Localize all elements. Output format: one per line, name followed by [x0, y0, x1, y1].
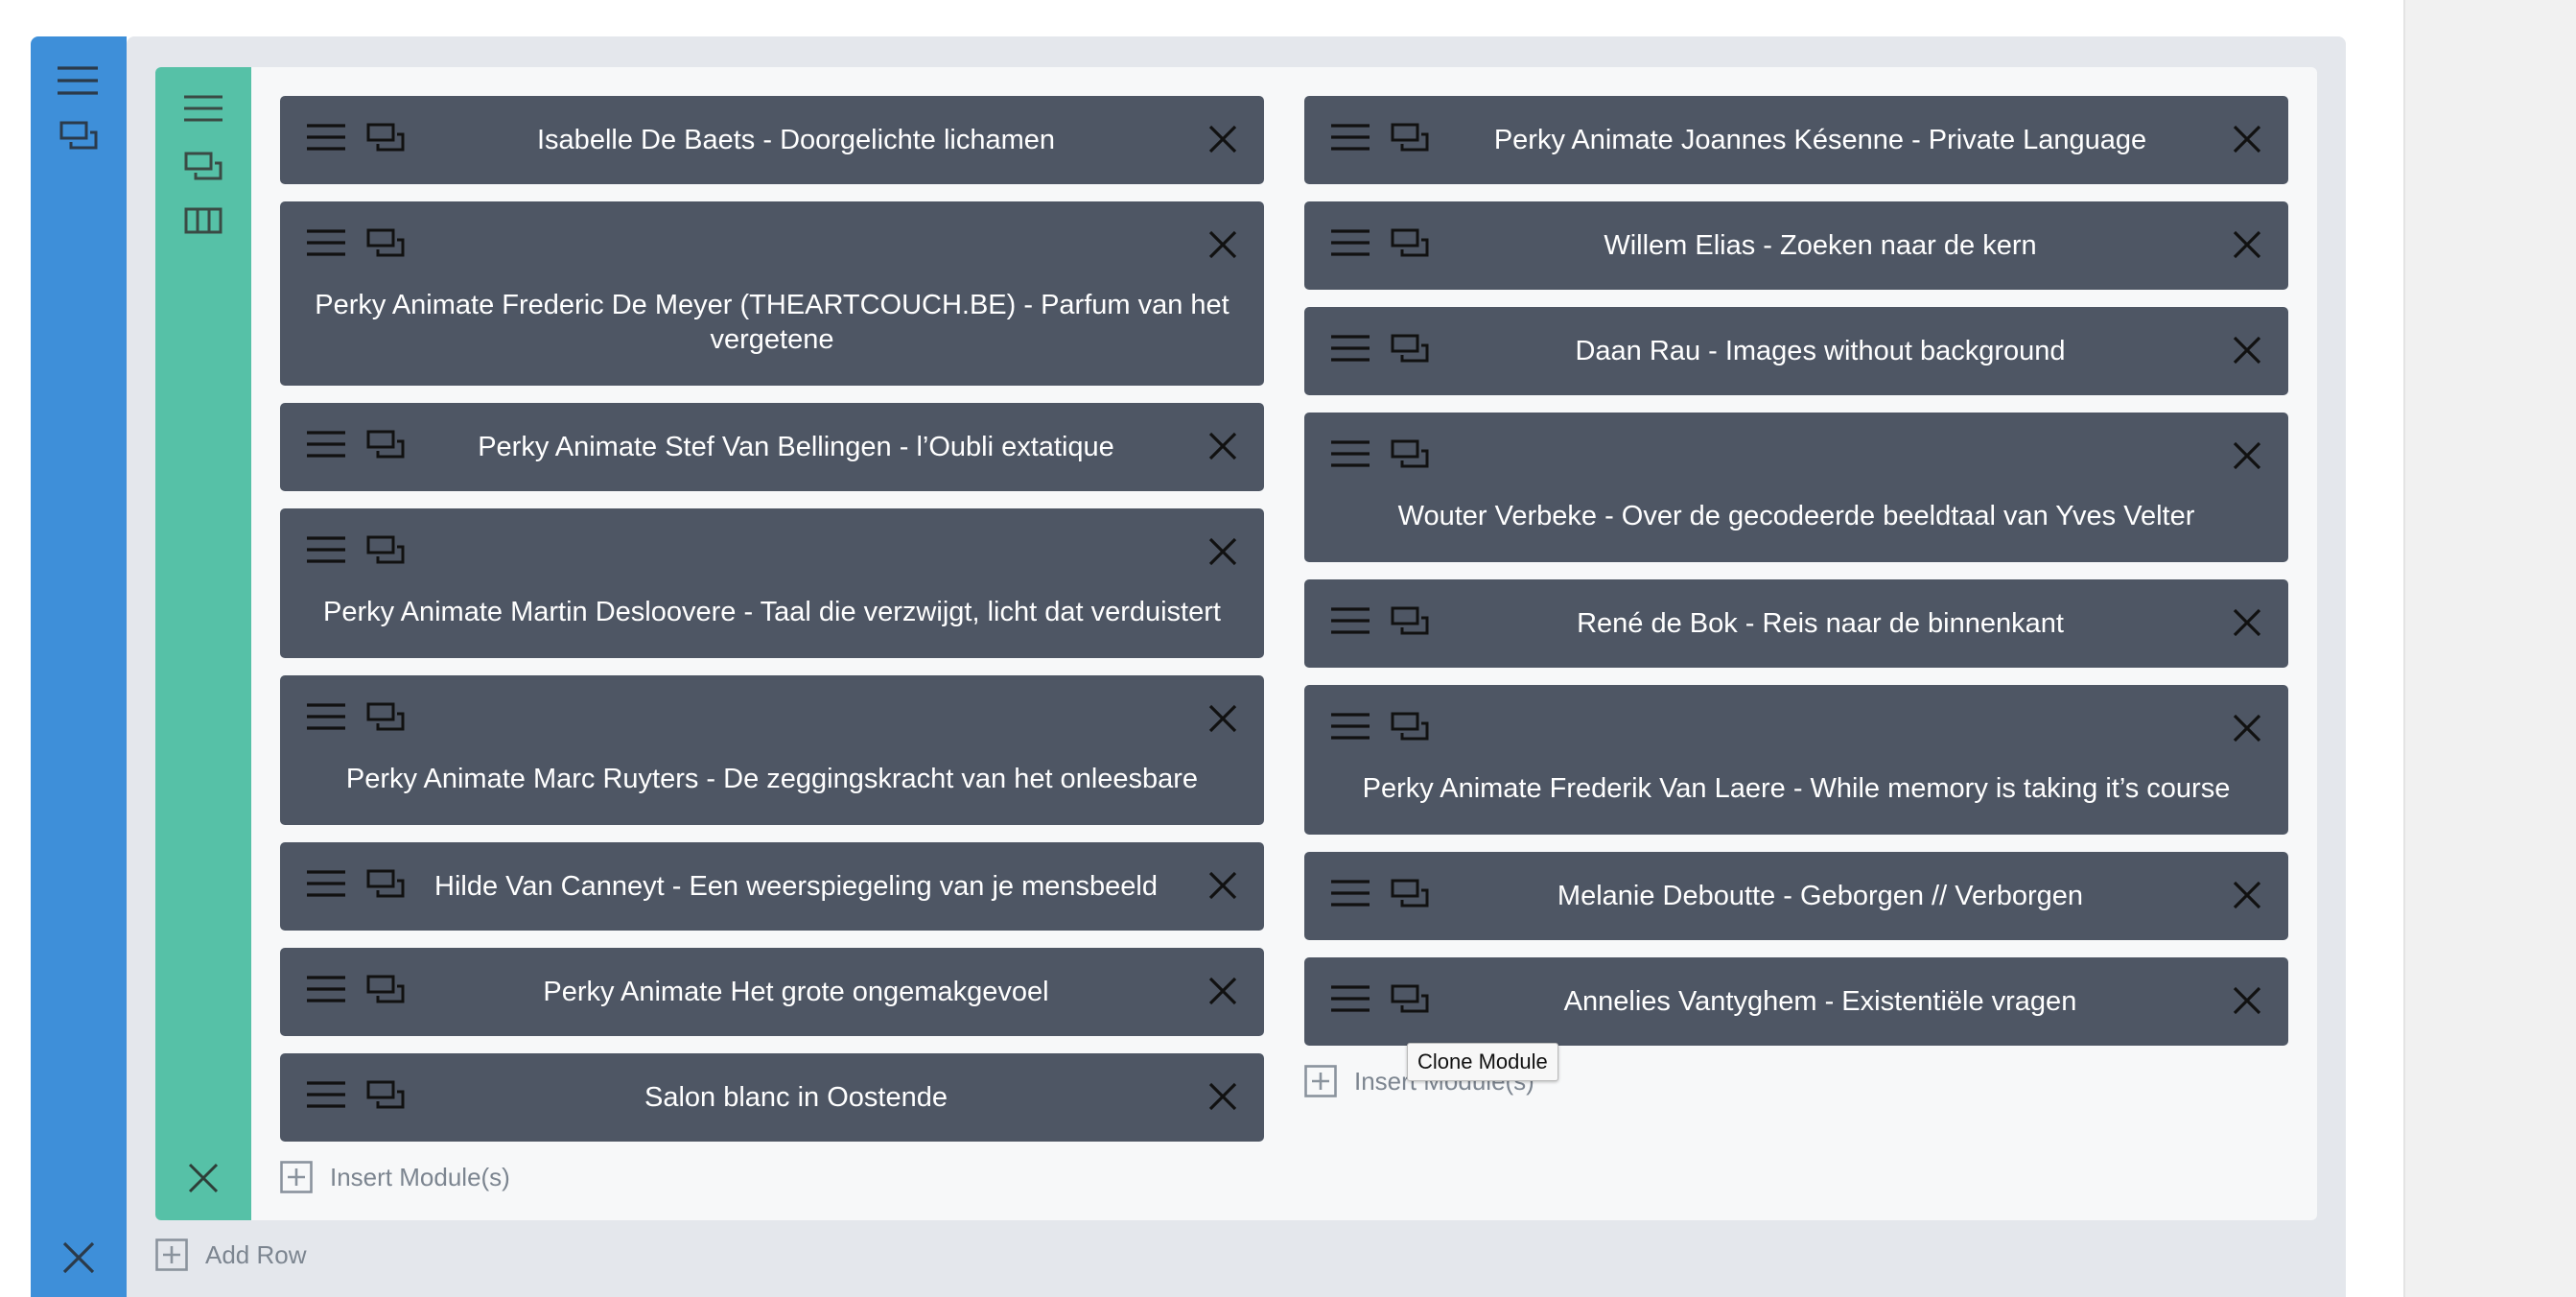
- module-card[interactable]: Perky Animate Martin Desloovere - Taal d…: [280, 508, 1264, 658]
- module-title: René de Bok - Reis naar de binnenkant: [1577, 608, 2064, 639]
- module-card[interactable]: Melanie Deboutte - Geborgen // Verborgen: [1304, 852, 2288, 940]
- plus-square-icon: [1304, 1065, 1337, 1097]
- module-title: Isabelle De Baets - Doorgelichte lichame…: [537, 125, 1055, 155]
- clone-icon[interactable]: [1391, 439, 1429, 472]
- module-title: Perky Animate Joannes Késenne - Private …: [1493, 125, 2147, 155]
- module-card[interactable]: Perky Animate Joannes Késenne - Private …: [1304, 96, 2288, 184]
- module-card[interactable]: Perky Animate Stef Van Bellingen - l’Oub…: [280, 403, 1264, 491]
- drag-handle-icon[interactable]: [1331, 712, 1370, 744]
- plus-square-icon: [155, 1238, 188, 1271]
- clone-icon[interactable]: [184, 152, 222, 180]
- drag-handle-icon[interactable]: [307, 702, 345, 735]
- close-icon[interactable]: [1208, 704, 1237, 737]
- module-card[interactable]: René de Bok - Reis naar de binnenkant: [1304, 579, 2288, 668]
- row-settings-bar: [155, 67, 251, 1220]
- module-card[interactable]: Daan Rau - Images without background: [1304, 307, 2288, 395]
- module-card[interactable]: Perky Animate Marc Ruyters - De zeggings…: [280, 675, 1264, 825]
- module-title: Salon blanc in Oostende: [644, 1082, 948, 1113]
- plus-square-icon: [280, 1161, 313, 1193]
- close-icon[interactable]: [1208, 230, 1237, 263]
- module-card[interactable]: Annelies Vantyghem - Existentiële vragen: [1304, 957, 2288, 1046]
- module-card[interactable]: Salon blanc in Oostende: [280, 1053, 1264, 1142]
- section-settings-bar: [31, 36, 127, 1297]
- module-card[interactable]: Wouter Verbeke - Over de gecodeerde beel…: [1304, 413, 2288, 562]
- module-card[interactable]: Willem Elias - Zoeken naar de kern: [1304, 201, 2288, 290]
- module-card[interactable]: Perky Animate Frederic De Meyer (THEARTC…: [280, 201, 1264, 386]
- module-title: Daan Rau - Images without background: [1575, 336, 2066, 366]
- close-icon[interactable]: [188, 1163, 219, 1193]
- clone-icon[interactable]: [366, 535, 405, 568]
- insert-module-label: Insert Module(s): [330, 1162, 510, 1191]
- module-title: Perky Animate Frederik Van Laere - While…: [1362, 773, 2231, 804]
- drag-handle-icon[interactable]: [307, 228, 345, 261]
- close-icon[interactable]: [62, 1241, 95, 1274]
- clone-icon[interactable]: [59, 121, 98, 150]
- drag-handle-icon[interactable]: [307, 535, 345, 568]
- right-panel-strip: [2403, 0, 2576, 1297]
- close-icon[interactable]: [2233, 714, 2261, 746]
- module-title: Wouter Verbeke - Over de gecodeerde beel…: [1397, 501, 2195, 531]
- clone-icon[interactable]: [1391, 712, 1429, 744]
- add-row-button[interactable]: Add Row: [155, 1238, 307, 1271]
- clone-icon[interactable]: [366, 228, 405, 261]
- clone-icon[interactable]: [366, 702, 405, 735]
- clone-module-tooltip: Clone Module: [1407, 1043, 1558, 1081]
- drag-handle-icon[interactable]: [1331, 439, 1370, 472]
- close-icon[interactable]: [2233, 441, 2261, 474]
- columns-icon[interactable]: [184, 207, 222, 234]
- module-title: Perky Animate Marc Ruyters - De zeggings…: [345, 764, 1199, 794]
- module-title: Hilde Van Canneyt - Een weerspiegeling v…: [434, 871, 1158, 902]
- hamburger-icon[interactable]: [184, 94, 222, 123]
- add-row-label: Add Row: [205, 1239, 307, 1269]
- module-title: Perky Animate Stef Van Bellingen - l’Oub…: [478, 432, 1114, 462]
- module-title: Annelies Vantyghem - Existentiële vragen: [1563, 986, 2077, 1017]
- insert-module-button[interactable]: Insert Module(s): [280, 1161, 510, 1193]
- module-title: Melanie Deboutte - Geborgen // Verborgen: [1557, 881, 2084, 911]
- module-card[interactable]: Isabelle De Baets - Doorgelichte lichame…: [280, 96, 1264, 184]
- module-card[interactable]: Perky Animate Frederik Van Laere - While…: [1304, 685, 2288, 835]
- close-icon[interactable]: [1208, 537, 1237, 570]
- page-builder-canvas: Isabelle De Baets - Doorgelichte lichame…: [0, 0, 2576, 1297]
- module-card[interactable]: Perky Animate Het grote ongemakgevoel: [280, 948, 1264, 1036]
- module-card[interactable]: Hilde Van Canneyt - Een weerspiegeling v…: [280, 842, 1264, 931]
- module-title: Perky Animate Martin Desloovere - Taal d…: [323, 597, 1221, 627]
- hamburger-icon[interactable]: [58, 65, 98, 96]
- module-title: Willem Elias - Zoeken naar de kern: [1604, 230, 2037, 261]
- module-title: Perky Animate Frederic De Meyer (THEARTC…: [315, 290, 1229, 355]
- module-title: Perky Animate Het grote ongemakgevoel: [543, 977, 1049, 1007]
